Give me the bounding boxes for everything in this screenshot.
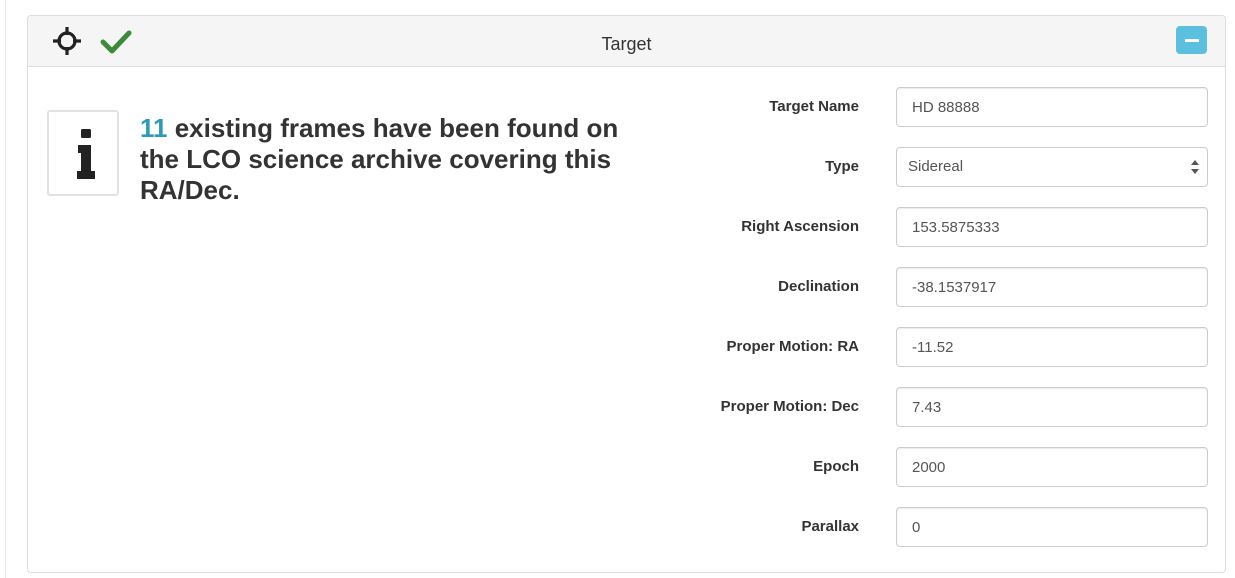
target-name-label: Target Name xyxy=(769,98,859,115)
proper-motion-dec-input[interactable] xyxy=(896,387,1208,427)
target-name-input[interactable] xyxy=(896,87,1208,127)
form-row-epoch: Epoch xyxy=(648,447,1208,487)
panel-title: Target xyxy=(601,34,652,54)
type-select[interactable]: Sidereal xyxy=(896,147,1208,187)
type-select-value: Sidereal xyxy=(908,158,964,175)
archive-message-text: existing frames have been found on the L… xyxy=(140,113,619,205)
type-label: Type xyxy=(825,158,859,175)
form-row-parallax: Parallax xyxy=(648,507,1208,547)
form-row-target-name: Target Name xyxy=(648,87,1208,127)
form-row-right-ascension: Right Ascension xyxy=(648,207,1208,247)
epoch-input[interactable] xyxy=(896,447,1208,487)
form-row-type: Type Sidereal xyxy=(648,147,1208,187)
info-icon-box xyxy=(47,110,119,196)
form-row-declination: Declination xyxy=(648,267,1208,307)
parallax-input[interactable] xyxy=(896,507,1208,547)
right-ascension-label: Right Ascension xyxy=(741,218,859,235)
proper-motion-ra-input[interactable] xyxy=(896,327,1208,367)
form-row-proper-motion-dec: Proper Motion: Dec xyxy=(648,387,1208,427)
epoch-label: Epoch xyxy=(813,458,859,475)
page-edge-divider xyxy=(5,0,6,578)
proper-motion-ra-label: Proper Motion: RA xyxy=(726,338,860,355)
declination-label: Declination xyxy=(778,278,859,295)
info-icon xyxy=(77,129,95,179)
parallax-label: Parallax xyxy=(801,518,859,535)
proper-motion-dec-label: Proper Motion: Dec xyxy=(720,398,859,415)
form-row-proper-motion-ra: Proper Motion: RA xyxy=(648,327,1208,367)
select-arrows-icon xyxy=(1191,160,1199,174)
archive-frames-message: 11 existing frames have been found on th… xyxy=(140,113,660,206)
target-panel: Target 11 existing frames have been foun… xyxy=(27,15,1226,573)
declination-input[interactable] xyxy=(896,267,1208,307)
minus-icon xyxy=(1185,39,1199,42)
frame-count: 11 xyxy=(140,113,168,143)
right-ascension-input[interactable] xyxy=(896,207,1208,247)
panel-heading: Target xyxy=(28,16,1225,67)
collapse-button[interactable] xyxy=(1176,26,1207,54)
